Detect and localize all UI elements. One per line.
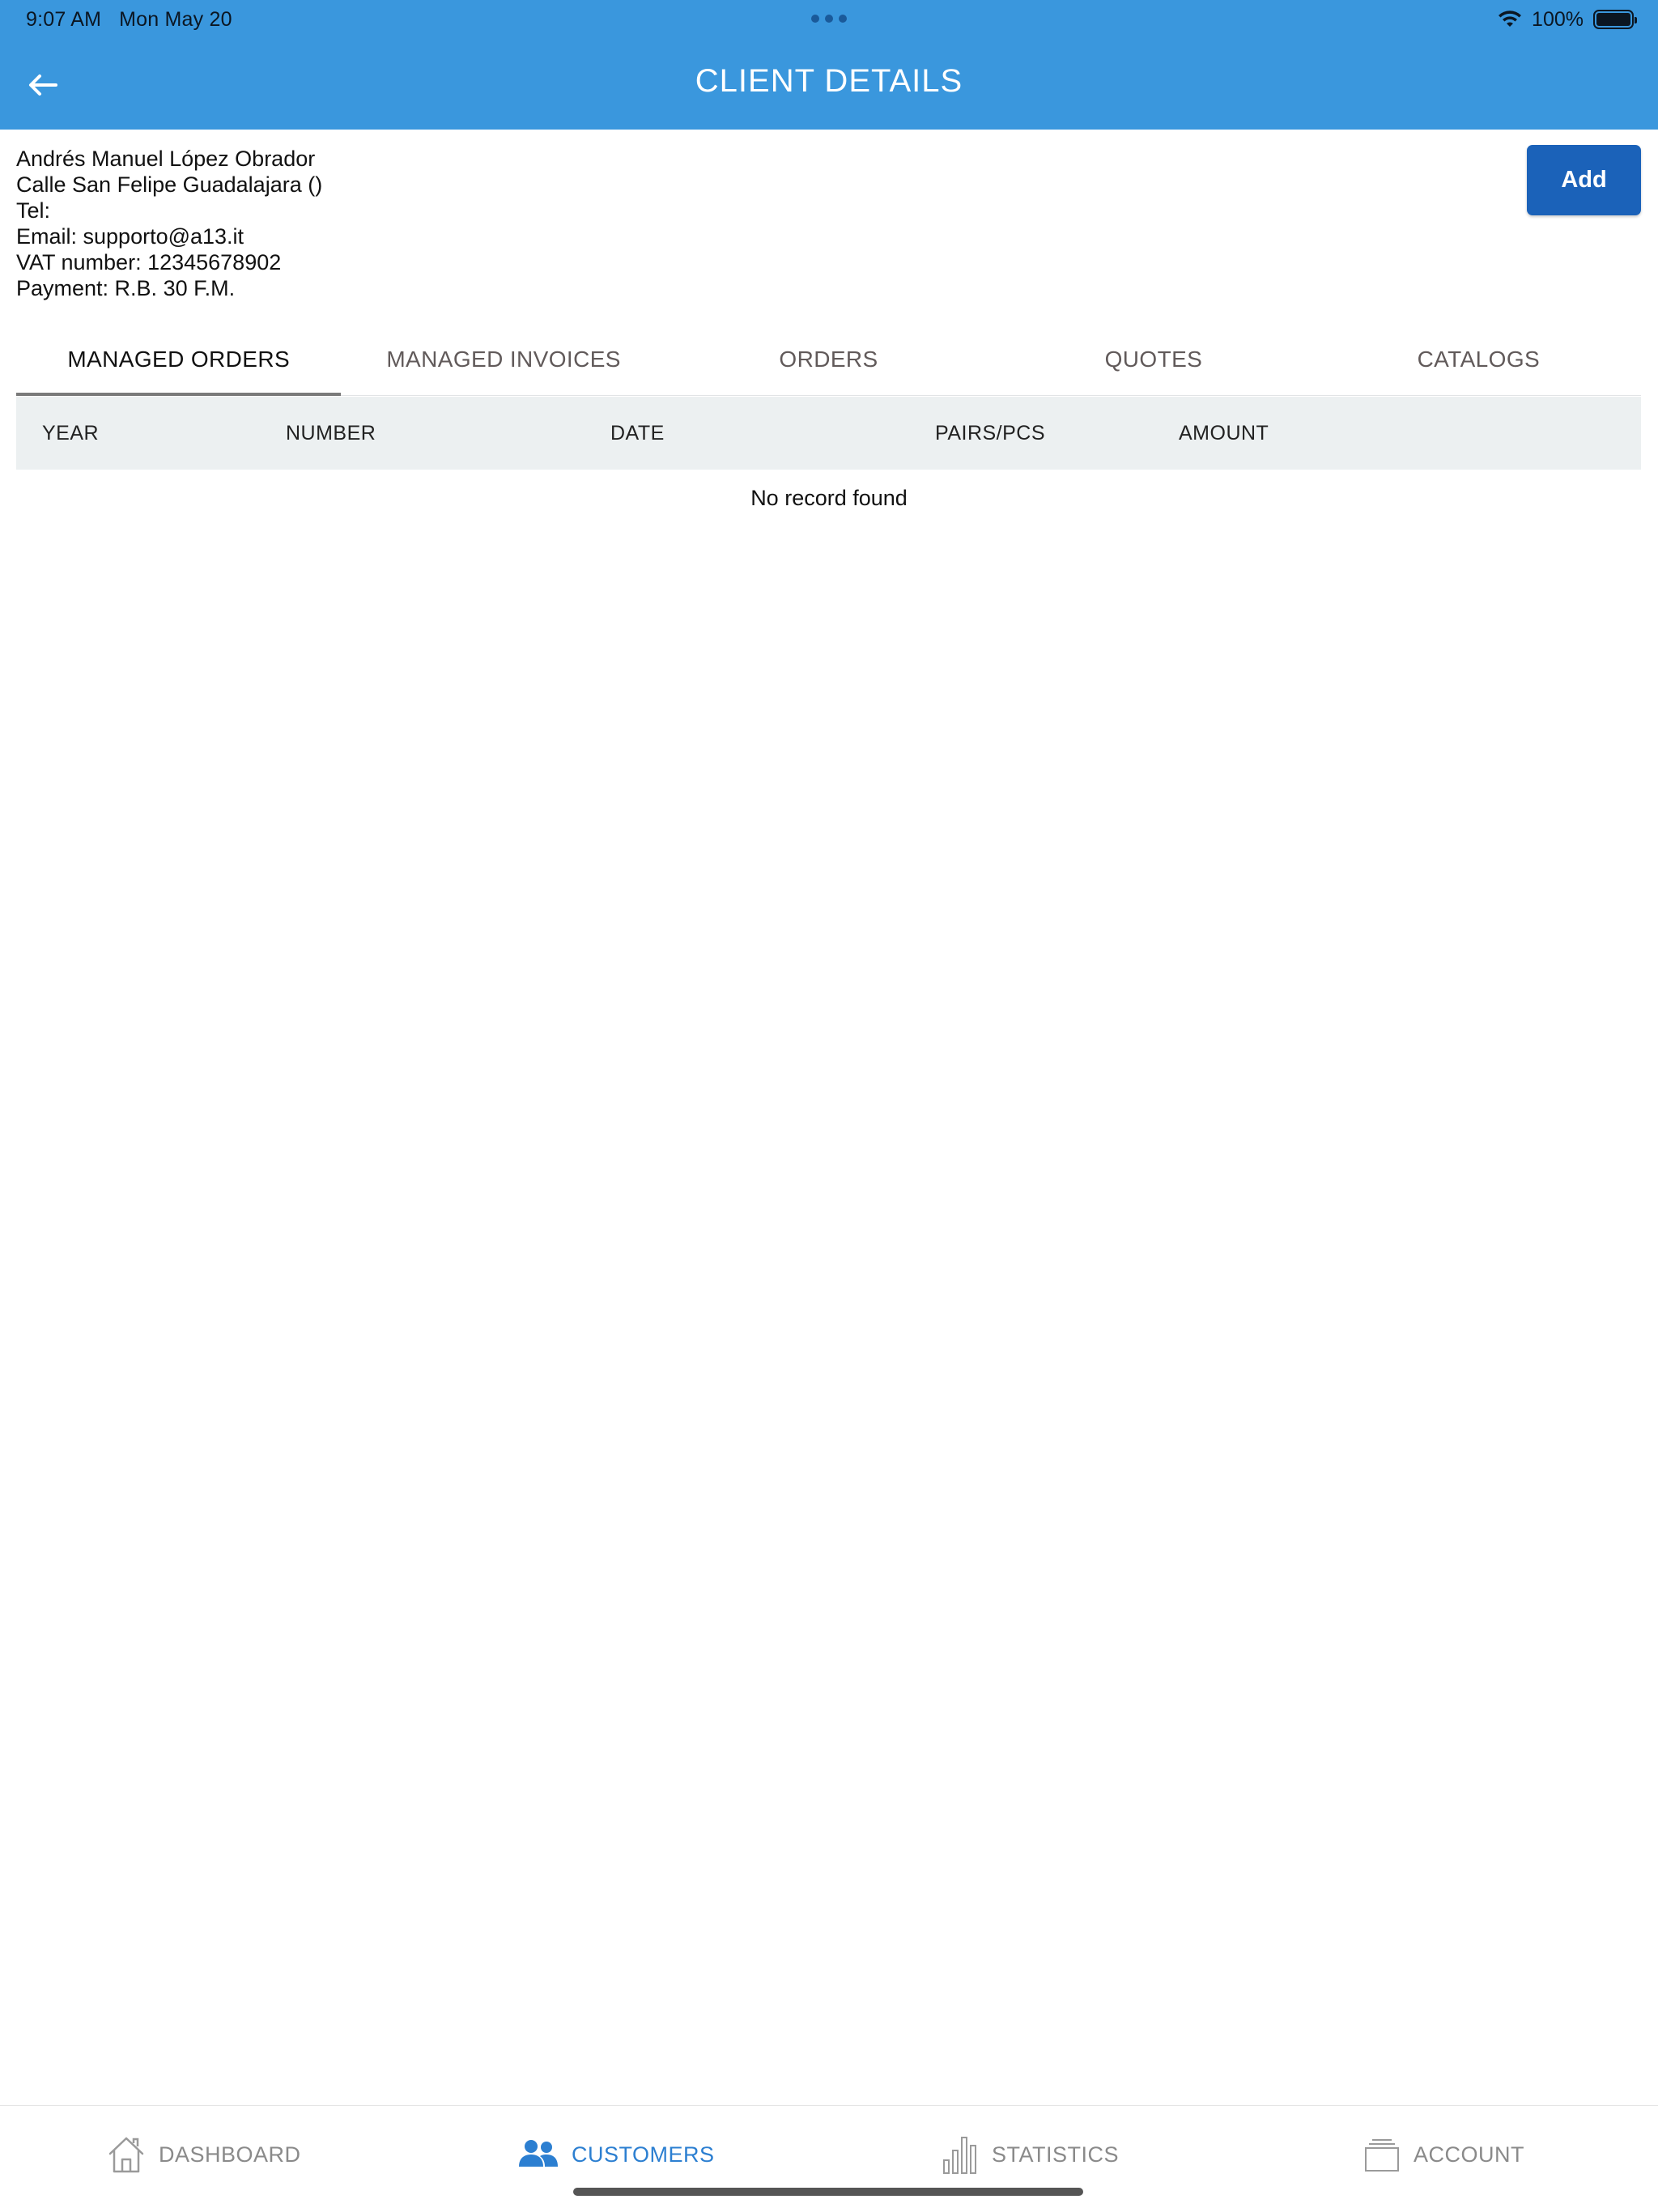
column-year[interactable]: YEAR <box>42 397 99 470</box>
empty-table-message: No record found <box>750 486 908 510</box>
column-amount[interactable]: AMOUNT <box>1179 397 1269 470</box>
nav-dashboard[interactable]: DASHBOARD <box>107 2132 301 2177</box>
nav-account-label: ACCOUNT <box>1414 2142 1524 2167</box>
status-date: Mon May 20 <box>119 7 232 31</box>
page-title: CLIENT DETAILS <box>695 63 963 99</box>
client-vat: VAT number: 12345678902 <box>16 250 282 274</box>
home-indicator[interactable] <box>573 2188 1083 2196</box>
tab-orders[interactable]: ORDERS <box>666 324 991 395</box>
nav-account[interactable]: ACCOUNT <box>1363 2132 1524 2177</box>
nav-customers-label: CUSTOMERS <box>572 2142 715 2167</box>
client-name: Andrés Manuel López Obrador <box>16 147 316 171</box>
client-payment: Payment: R.B. 30 F.M. <box>16 276 236 300</box>
client-info: Andrés Manuel López Obrador Calle San Fe… <box>16 146 322 301</box>
wifi-icon <box>1499 11 1522 27</box>
status-time: 9:07 AM <box>26 7 102 31</box>
column-number[interactable]: NUMBER <box>286 397 376 470</box>
nav-dashboard-label: DASHBOARD <box>159 2142 301 2167</box>
table-header: YEAR NUMBER DATE PAIRS/PCS AMOUNT <box>16 397 1641 470</box>
client-address: Calle San Felipe Guadalajara () <box>16 172 323 197</box>
column-pairs-pcs[interactable]: PAIRS/PCS <box>935 397 1045 470</box>
client-details-screen: 9:07 AM Mon May 20 100% CLIENT DETAILS A… <box>0 0 1658 2212</box>
tab-managed-orders[interactable]: MANAGED ORDERS <box>16 324 342 396</box>
multitasking-dots-icon[interactable] <box>811 15 847 24</box>
tab-quotes[interactable]: QUOTES <box>991 324 1316 395</box>
nav-customers[interactable]: CUSTOMERS <box>518 2132 715 2177</box>
battery-icon <box>1593 10 1637 29</box>
add-button[interactable]: Add <box>1527 145 1641 215</box>
status-bar-right: 100% <box>1498 6 1637 32</box>
tab-managed-invoices[interactable]: MANAGED INVOICES <box>341 324 665 395</box>
bar-chart-icon <box>943 2137 976 2174</box>
home-icon <box>108 2137 144 2173</box>
top-bar: 9:07 AM Mon May 20 100% CLIENT DETAILS <box>0 0 1658 130</box>
nav-statistics[interactable]: STATISTICS <box>942 2132 1119 2177</box>
tab-catalogs[interactable]: CATALOGS <box>1316 324 1641 395</box>
nav-statistics-label: STATISTICS <box>992 2142 1120 2167</box>
status-bar-left: 9:07 AM Mon May 20 <box>26 6 232 32</box>
client-tel: Tel: <box>16 198 51 223</box>
bottom-nav: DASHBOARD CUSTOMERS STATISTICS ACCOUNT <box>0 2105 1658 2212</box>
tab-bar: MANAGED ORDERS MANAGED INVOICES ORDERS Q… <box>16 324 1641 396</box>
battery-percent: 100% <box>1532 7 1584 31</box>
stack-icon <box>1365 2139 1399 2172</box>
column-date[interactable]: DATE <box>610 397 665 470</box>
users-icon <box>519 2140 558 2167</box>
client-email: Email: supporto@a13.it <box>16 224 244 249</box>
